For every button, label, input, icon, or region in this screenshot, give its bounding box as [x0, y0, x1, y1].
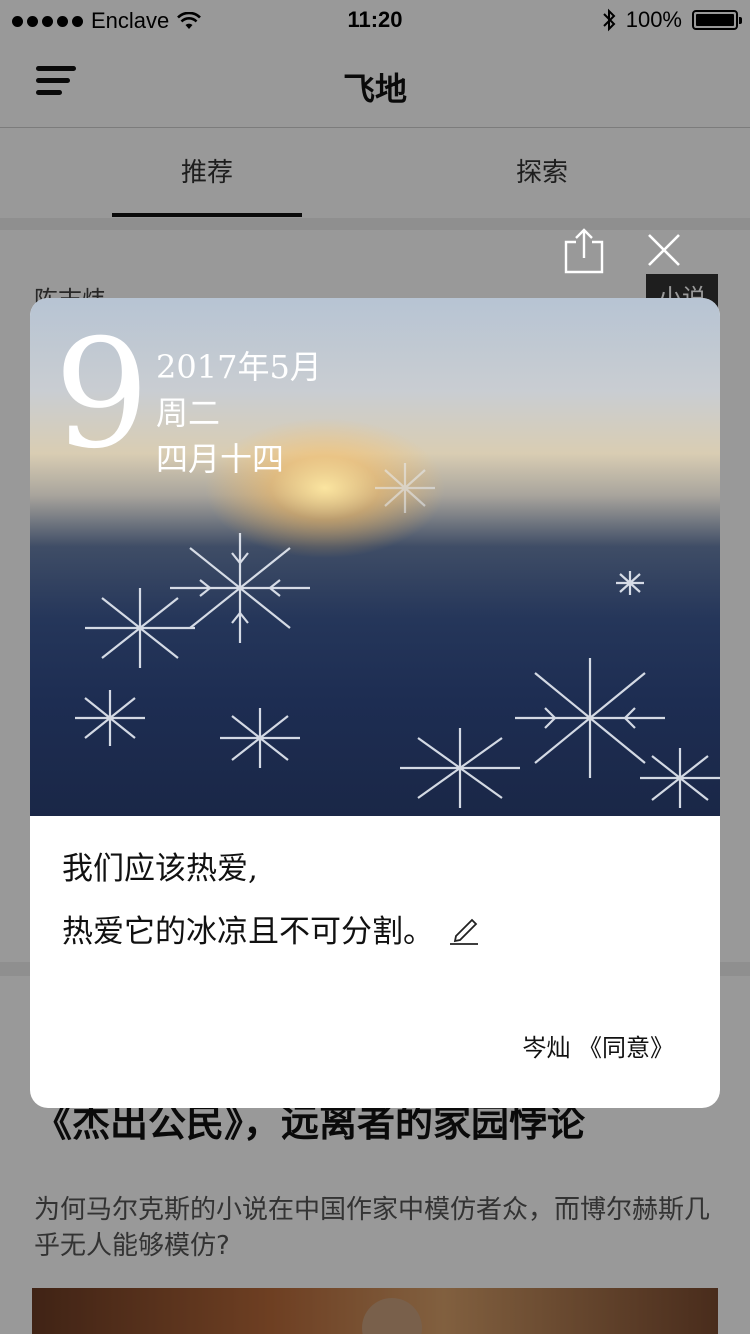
quote-attribution: 岑灿 《同意》 [522, 1034, 674, 1062]
edit-icon[interactable] [448, 914, 480, 946]
quote-line-2-text: 热爱它的冰凉且不可分割。 [62, 914, 434, 950]
year-month: 2017年5月 [156, 348, 322, 386]
share-icon[interactable] [562, 228, 606, 274]
close-icon[interactable] [646, 232, 682, 268]
daily-quote-card: 9 2017年5月 周二 四月十四 我们应该热爱, 热爱它的冰凉且不可分割。 岑… [30, 298, 720, 1108]
quote-text: 我们应该热爱, 热爱它的冰凉且不可分割。 [62, 838, 692, 964]
card-photo: 9 2017年5月 周二 四月十四 [30, 298, 720, 816]
weekday: 周二 [156, 394, 221, 432]
day-number: 9 [54, 308, 150, 482]
quote-line-1: 我们应该热爱, [62, 851, 258, 887]
lunar-date: 四月十四 [156, 440, 285, 478]
date-block: 2017年5月 周二 四月十四 [156, 344, 322, 482]
quote-line-2: 热爱它的冰凉且不可分割。 [62, 901, 692, 964]
